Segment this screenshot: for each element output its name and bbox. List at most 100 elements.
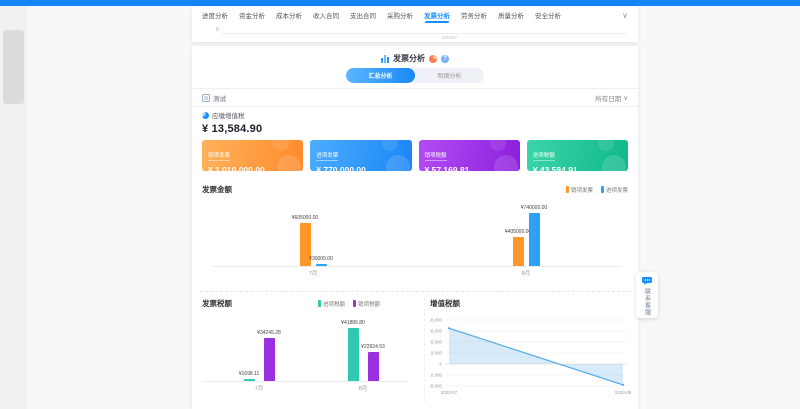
card-input-tax: 进项税额¥ 43,584.91 bbox=[527, 140, 628, 171]
invoice-amount-header: 发票金额 销项发票进项发票 bbox=[202, 184, 628, 195]
remnant-axis-zero: 0 bbox=[216, 27, 219, 33]
tab-1[interactable]: 进度分析 bbox=[202, 7, 228, 25]
card-decor-circle bbox=[277, 155, 301, 171]
tab-9[interactable]: 质量分析 bbox=[498, 7, 524, 25]
kpi-value: ¥ 13,584.90 bbox=[202, 123, 262, 135]
bar-chart-icon bbox=[381, 55, 389, 63]
tab-4[interactable]: 收入合同 bbox=[313, 7, 339, 25]
card-output-invoice: 销项发票¥ 1,010,000.00 bbox=[202, 140, 303, 171]
data-point bbox=[448, 327, 450, 329]
kpi-label: 应缴增值税 bbox=[212, 110, 245, 120]
invoice-analysis-panel: 发票分析 ? 汇总分析明细分析 测试 所有日期 ∨ bbox=[192, 46, 638, 409]
dashed-divider bbox=[200, 291, 630, 292]
card-decor-circle bbox=[382, 140, 398, 151]
x-tick-label: 2023-07 bbox=[441, 390, 458, 395]
y-tick-label: 20,000 bbox=[430, 340, 442, 345]
card-decor-circle bbox=[490, 140, 506, 151]
app-window: 进度分析资金分析成本分析收入合同支出合同采购分析发票分析劳务分析质量分析安全分析… bbox=[0, 0, 800, 409]
bar-value-label: ¥41886.80 bbox=[331, 320, 375, 326]
invoice-amount-chart: ¥605000.00¥30000.007月¥405000.00¥740000.0… bbox=[192, 196, 638, 280]
legend-label: 进项发票 bbox=[606, 186, 628, 194]
project-label: 测试 bbox=[213, 93, 226, 103]
legend-label: 销项发票 bbox=[571, 186, 593, 194]
x-tick-label: 2023-08 bbox=[615, 390, 632, 395]
pie-dot-icon bbox=[202, 112, 209, 119]
tab-5[interactable]: 支出合同 bbox=[350, 7, 376, 25]
legend-销项发票[interactable]: 销项发票 bbox=[566, 186, 593, 194]
help-icon[interactable]: ? bbox=[441, 55, 449, 63]
card-decor-circle bbox=[494, 155, 518, 171]
legend-invoice-tax: 进项税额 销项税额 bbox=[318, 300, 380, 308]
tab-10[interactable]: 安全分析 bbox=[535, 7, 561, 25]
chat-bubble-icon bbox=[642, 276, 652, 286]
analysis-mode-toggle: 汇总分析明细分析 bbox=[346, 68, 484, 83]
legend-销项税额[interactable]: 销项税额 bbox=[353, 300, 380, 308]
tab-6[interactable]: 采购分析 bbox=[387, 7, 413, 25]
x-axis-label: 8月 bbox=[348, 384, 378, 392]
tab-panel: 进度分析资金分析成本分析收入合同支出合同采购分析发票分析劳务分析质量分析安全分析… bbox=[192, 6, 638, 42]
bar-进项税额-7月 bbox=[244, 379, 255, 381]
bar-value-label: ¥605000.00 bbox=[283, 215, 327, 221]
chevron-down-icon: ∨ bbox=[623, 94, 628, 102]
bar-进项税额-8月 bbox=[348, 328, 359, 381]
summary-cards: 销项发票¥ 1,010,000.00进项发票¥ 770,000.00销项税额¥ … bbox=[202, 140, 628, 171]
bar-进项发票-7月 bbox=[316, 264, 327, 266]
legend-swatch bbox=[318, 300, 321, 307]
dashed-vertical-divider bbox=[424, 298, 425, 402]
vat-payable-kpi: 应缴增值税 ¥ 13,584.90 bbox=[202, 110, 262, 135]
legend-进项税额[interactable]: 进项税额 bbox=[318, 300, 345, 308]
legend-进项发票[interactable]: 进项发票 bbox=[601, 186, 628, 194]
card-decor-circle bbox=[273, 140, 289, 151]
card-decor-circle bbox=[598, 140, 614, 151]
bar-销项税额-8月 bbox=[368, 352, 379, 381]
legend-swatch bbox=[566, 186, 569, 193]
project-selector[interactable]: 测试 bbox=[202, 93, 226, 103]
tab-3[interactable]: 成本分析 bbox=[276, 7, 302, 25]
bar-value-label: ¥740000.00 bbox=[512, 205, 556, 211]
legend-label: 进项税额 bbox=[323, 300, 345, 308]
scrollbar-thumb[interactable] bbox=[3, 30, 24, 104]
bar-value-label: ¥30000.00 bbox=[299, 256, 343, 262]
page-title: 发票分析 bbox=[393, 53, 425, 64]
bar-进项发票-8月 bbox=[529, 213, 540, 266]
toggle-option-2[interactable]: 明细分析 bbox=[415, 68, 484, 83]
card-label: 销项税额 bbox=[425, 151, 447, 161]
page-title-row: 发票分析 ? bbox=[192, 53, 638, 64]
bar-销项税额-7月 bbox=[264, 338, 275, 381]
divider bbox=[192, 88, 638, 89]
x-axis-label: 7月 bbox=[298, 269, 328, 277]
x-axis-line bbox=[212, 266, 622, 267]
widget-label: 联系客服 bbox=[643, 288, 652, 316]
remnant-axis-line bbox=[222, 33, 626, 34]
y-tick-label: 0 bbox=[439, 362, 442, 367]
bar-value-label: ¥22924.53 bbox=[351, 344, 395, 350]
tab-bar: 进度分析资金分析成本分析收入合同支出合同采购分析发票分析劳务分析质量分析安全分析 bbox=[202, 6, 561, 26]
filter-row: 测试 所有日期 ∨ bbox=[202, 91, 628, 105]
vat-line-chart: 40,00030,00020,00010,0000-10,000-20,0002… bbox=[430, 308, 638, 406]
divider bbox=[192, 106, 638, 107]
legend-swatch bbox=[353, 300, 356, 307]
toggle-option-1[interactable]: 汇总分析 bbox=[346, 68, 415, 83]
card-decor-circle bbox=[386, 155, 410, 171]
chevron-down-icon[interactable]: ∨ bbox=[622, 11, 628, 20]
pie-chart-icon bbox=[429, 55, 437, 63]
legend-invoice-amount: 销项发票 进项发票 bbox=[566, 186, 628, 194]
card-label: 进项税额 bbox=[533, 151, 555, 161]
form-icon bbox=[202, 94, 210, 102]
invoice-tax-chart: ¥1698.11¥34245.287月¥41886.80¥22924.538月 bbox=[192, 312, 422, 402]
legend-label: 销项税额 bbox=[358, 300, 380, 308]
invoice-tax-title: 发票税额 bbox=[202, 298, 232, 309]
remnant-axis-label: 909967 bbox=[442, 35, 457, 40]
bar-销项发票-8月 bbox=[513, 237, 524, 266]
tab-8[interactable]: 劳务分析 bbox=[461, 7, 487, 25]
bar-value-label: ¥34245.28 bbox=[247, 330, 291, 336]
y-tick-label: 10,000 bbox=[430, 351, 442, 356]
left-scroll-strip bbox=[0, 6, 27, 409]
y-tick-label: -20,000 bbox=[430, 384, 442, 389]
main-column: 进度分析资金分析成本分析收入合同支出合同采购分析发票分析劳务分析质量分析安全分析… bbox=[192, 6, 638, 409]
invoice-tax-header: 发票税额 进项税额 销项税额 bbox=[202, 298, 380, 309]
tab-2[interactable]: 资金分析 bbox=[239, 7, 265, 25]
date-filter[interactable]: 所有日期 ∨ bbox=[595, 93, 628, 103]
contact-support-widget[interactable]: 联系客服 bbox=[636, 272, 658, 318]
tab-7[interactable]: 发票分析 bbox=[424, 7, 450, 25]
